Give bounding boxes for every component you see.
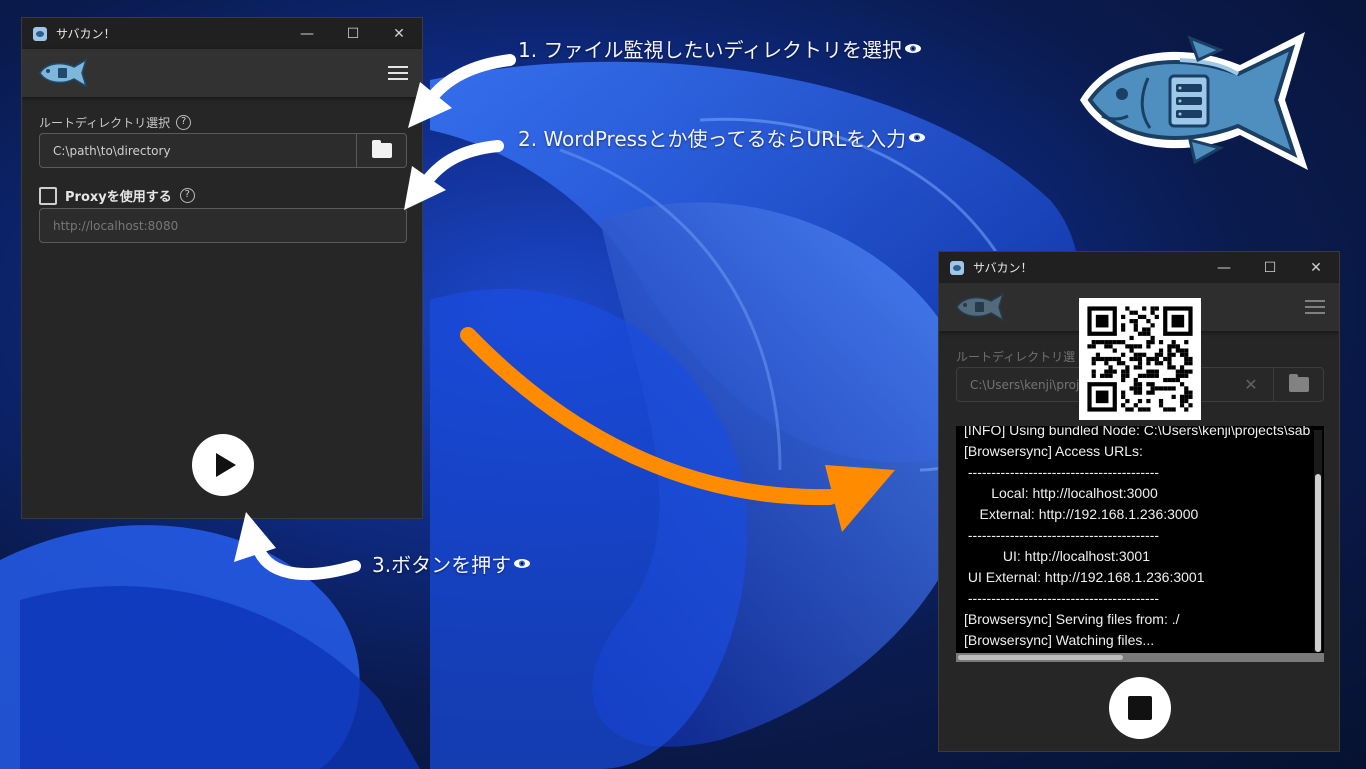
console-line: UI: http://localhost:3001	[964, 548, 1150, 564]
step2-text: 2. WordPressとか使ってるならURLを入力	[518, 127, 907, 151]
console-line: ----------------------------------------…	[964, 527, 1160, 543]
console-line: [INFO] Using bundled Node: C:\Users\kenj…	[964, 426, 1311, 438]
console-output: [INFO] Using bundled Node: C:\Users\kenj…	[964, 426, 1310, 651]
log-console[interactable]: [INFO] Using bundled Node: C:\Users\kenj…	[956, 426, 1324, 662]
maximize-button[interactable]: ☐	[1247, 252, 1293, 283]
title-bar[interactable]: サバカン！ — ☐ ✕	[939, 252, 1339, 283]
step1-annotation: 1. ファイル監視したいディレクトリを選択	[518, 34, 922, 63]
close-button[interactable]: ✕	[1293, 252, 1339, 283]
fish-logo-icon	[39, 58, 88, 88]
step3-text: 3.ボタンを押す	[372, 553, 512, 577]
app-window-idle: サバカン！ — ☐ ✕ ルートディレクトリ選択 ? C:\path\to\dir…	[21, 17, 423, 519]
vertical-scrollbar[interactable]	[1314, 430, 1322, 652]
window-title: サバカン！	[973, 261, 1033, 275]
close-button[interactable]: ✕	[376, 18, 422, 49]
root-dir-label-row: ルートディレクトリ選択 ?	[39, 114, 192, 131]
proxy-checkbox-row[interactable]: Proxyを使用する ?	[39, 186, 195, 205]
stop-icon	[1128, 696, 1152, 720]
root-dir-label: ルートディレクトリ選択	[39, 116, 171, 130]
app-icon	[950, 260, 964, 275]
minimize-button[interactable]: —	[1201, 252, 1247, 283]
start-button[interactable]	[192, 434, 254, 496]
step1-text: 1. ファイル監視したいディレクトリを選択	[518, 38, 903, 62]
root-dir-value: C:\Users\kenji\projec	[970, 377, 1094, 392]
window-title: サバカン！	[56, 27, 116, 41]
clear-icon[interactable]: ✕	[1239, 368, 1263, 401]
horizontal-scrollbar[interactable]	[956, 653, 1324, 662]
eye-icon	[905, 44, 922, 53]
play-icon	[215, 453, 236, 477]
step2-annotation: 2. WordPressとか使ってるならURLを入力	[518, 123, 926, 152]
proxy-checkbox[interactable]	[39, 186, 57, 205]
minimize-button[interactable]: —	[284, 18, 330, 49]
eye-icon	[514, 559, 531, 568]
app-icon	[33, 26, 47, 41]
menu-icon[interactable]	[1305, 300, 1325, 314]
root-dir-label: ルートディレクトリ選	[956, 348, 1075, 365]
console-line: Local: http://localhost:3000	[964, 485, 1158, 501]
qr-code-icon	[1079, 298, 1201, 420]
console-line: ----------------------------------------…	[964, 590, 1160, 606]
menu-icon[interactable]	[388, 66, 408, 80]
folder-browse-button[interactable]	[1273, 368, 1323, 401]
root-dir-label-text: ルートディレクトリ選	[956, 350, 1076, 364]
title-bar[interactable]: サバカン！ — ☐ ✕	[22, 18, 422, 49]
eye-icon	[909, 133, 926, 142]
folder-icon	[371, 140, 392, 158]
fish-logo-icon	[956, 292, 1005, 322]
console-line: External: http://192.168.1.236:3000	[964, 506, 1199, 522]
console-line: [Browsersync] Watching files...	[964, 632, 1155, 648]
proxy-label: Proxyを使用する	[65, 190, 172, 205]
proxy-url-placeholder: http://localhost:8080	[53, 218, 179, 233]
folder-icon	[1288, 374, 1309, 392]
app-window-running: サバカン！ — ☐ ✕ ルートディレクトリ選 C:\Users\kenji\pr…	[938, 251, 1340, 752]
folder-browse-button[interactable]	[356, 134, 406, 167]
help-icon[interactable]: ?	[176, 115, 192, 130]
step3-annotation: 3.ボタンを押す	[372, 549, 531, 578]
root-dir-input[interactable]: C:\path\to\directory	[39, 133, 407, 168]
proxy-url-input[interactable]: http://localhost:8080	[39, 208, 407, 243]
stop-button[interactable]	[1109, 677, 1171, 739]
console-line: ----------------------------------------…	[964, 464, 1160, 480]
console-line: [Browsersync] Serving files from: ./	[964, 611, 1180, 627]
help-icon[interactable]: ?	[179, 188, 195, 203]
console-line: [Browsersync] Access URLs:	[964, 443, 1143, 459]
mackerel-mascot-icon	[1080, 32, 1308, 170]
root-dir-value: C:\path\to\directory	[53, 143, 171, 158]
app-toolbar	[22, 49, 422, 97]
console-line: UI External: http://192.168.1.236:3001	[964, 569, 1205, 585]
maximize-button[interactable]: ☐	[330, 18, 376, 49]
